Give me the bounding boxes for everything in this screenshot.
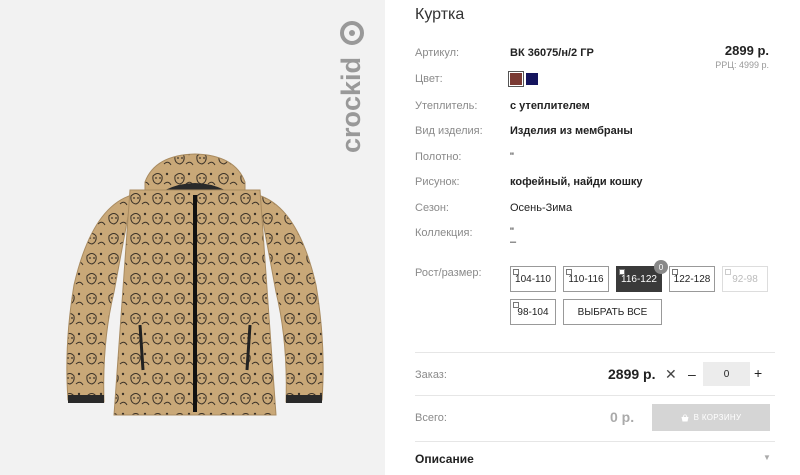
size-label: 116-122 [621, 273, 657, 285]
multiply-icon: ✕ [665, 366, 677, 382]
attr-value-pattern: кофейный, найди кошку [510, 176, 643, 188]
size-checkbox-icon [725, 269, 731, 275]
add-to-cart-button[interactable]: В КОРЗИНУ [652, 404, 770, 431]
attr-value-fabric: " [510, 151, 514, 163]
size-label: 122-128 [673, 273, 711, 285]
size-option-104-110[interactable]: 104-110 [510, 266, 556, 292]
attr-label-fabric: Полотно: [415, 151, 462, 163]
color-swatch-brown[interactable] [508, 71, 524, 87]
divider [415, 395, 775, 396]
attr-label-collection: Коллекция: [415, 227, 473, 239]
attr-value-type: Изделия из мембраны [510, 125, 633, 137]
size-checkbox-icon [566, 269, 572, 275]
basket-icon [681, 413, 689, 421]
size-option-122-128[interactable]: 122-128 [669, 266, 715, 292]
order-label: Заказ: [415, 369, 447, 381]
brand-logo: crockid [336, 21, 366, 153]
size-checkbox-icon [513, 302, 519, 308]
triangle-down-icon[interactable]: ▼ [763, 453, 771, 462]
description-toggle[interactable]: Описание [415, 452, 474, 466]
attr-value-season: Осень-Зима [510, 202, 573, 214]
size-option-110-116[interactable]: 110-116 [563, 266, 609, 292]
attr-label-article: Артикул: [415, 47, 460, 59]
add-to-cart-label: В КОРЗИНУ [693, 413, 742, 422]
jacket-image [66, 153, 324, 416]
size-label: 104-110 [515, 273, 551, 285]
decrement-button[interactable]: – [688, 366, 696, 382]
attr-label-pattern: Рисунок: [415, 176, 460, 188]
size-checkbox-icon [513, 269, 519, 275]
brand-logo-text: crockid [336, 57, 366, 153]
product-title: Куртка [415, 6, 465, 23]
increment-button[interactable]: + [754, 365, 762, 381]
divider [415, 352, 775, 353]
size-checkbox-icon [672, 269, 678, 275]
attr-label-color: Цвет: [415, 73, 443, 85]
total-sum: 0 р. [610, 409, 635, 425]
attr-value-article: ВК 36075/н/2 ГР [510, 47, 594, 59]
attr-value-collection-dash: – [510, 236, 517, 248]
order-price: 2899 р. [608, 366, 656, 382]
product-price: 2899 р. [724, 43, 769, 58]
color-swatch-navy[interactable] [526, 73, 538, 85]
size-count-badge: 0 [654, 260, 668, 274]
attr-label-season: Сезон: [415, 202, 449, 214]
attr-label-insulation: Утеплитель: [415, 100, 478, 112]
size-checkbox-icon [619, 269, 625, 275]
size-option-92-98: 92-98 [722, 266, 768, 292]
product-rrp: РРЦ: 4999 р. [715, 60, 769, 70]
attr-label-size: Рост/размер: [415, 267, 482, 279]
size-label: 110-116 [568, 273, 604, 285]
quantity-input[interactable] [703, 362, 750, 386]
size-option-98-104[interactable]: 98-104 [510, 299, 556, 325]
size-label: 92-98 [732, 273, 758, 285]
divider [415, 441, 775, 442]
select-all-sizes-button[interactable]: ВЫБРАТЬ ВСЕ [563, 299, 662, 325]
total-label: Всего: [415, 412, 447, 424]
select-all-label: ВЫБРАТЬ ВСЕ [577, 306, 648, 318]
product-info-panel: Куртка 2899 р. РРЦ: 4999 р. Артикул: ВК … [415, 0, 775, 475]
product-image-panel: crockid [0, 0, 385, 475]
size-label: 98-104 [517, 306, 549, 318]
attr-value-insulation: с утеплителем [510, 100, 590, 112]
attr-label-type: Вид изделия: [415, 125, 483, 137]
